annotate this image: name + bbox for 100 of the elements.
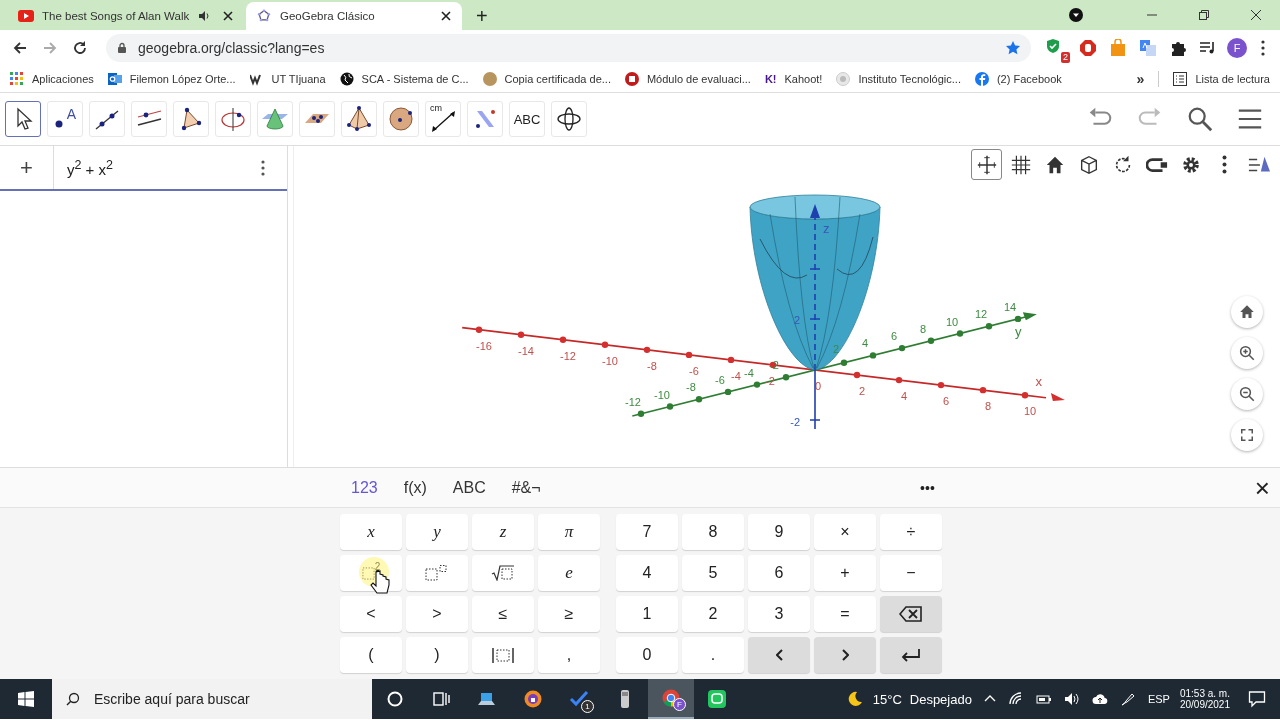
keyboard-tab[interactable]: ABC [439, 478, 499, 497]
tool-button[interactable]: cm [425, 101, 461, 137]
pen-icon[interactable] [1119, 691, 1136, 707]
keyboard-key[interactable]: 1 [616, 596, 678, 632]
keyboard-key[interactable]: ≤ [472, 596, 534, 632]
app-badge: F [673, 698, 686, 711]
search-icon[interactable] [1186, 105, 1214, 133]
keyboard-key[interactable]: ( [340, 637, 402, 673]
bookmark[interactable]: Aplicaciones [10, 71, 94, 86]
more-button[interactable]: ••• [920, 479, 935, 496]
zoom-in-button[interactable] [1231, 337, 1263, 369]
keyboard-tab[interactable]: 123 [338, 478, 391, 497]
keyboard-tab[interactable]: f(x) [390, 478, 440, 497]
keyboard-key[interactable]: − [880, 555, 942, 591]
keyboard-key[interactable]: ≥ [538, 596, 600, 632]
keyboard-key[interactable]: 7 [616, 514, 678, 550]
keyboard-key[interactable]: 0 [616, 637, 678, 673]
keyboard-key[interactable]: 9 [748, 514, 810, 550]
star-icon[interactable] [1005, 39, 1021, 56]
cloud-upload-icon[interactable] [1091, 691, 1108, 707]
tool-button[interactable]: A [47, 101, 83, 137]
keyboard-key[interactable]: z [472, 514, 534, 550]
bookmark[interactable]: Filemon López Orte... [107, 71, 236, 86]
keyboard-key[interactable]: , [538, 637, 600, 673]
close-tab-icon[interactable] [440, 10, 452, 22]
close-keyboard-button[interactable]: × [1254, 474, 1270, 501]
close-icon[interactable] [1250, 9, 1262, 21]
back-icon[interactable] [12, 39, 28, 56]
wifi-icon[interactable] [1007, 691, 1024, 707]
reading-list-button[interactable]: Lista de lectura [1173, 71, 1270, 86]
home-icon [1238, 303, 1256, 321]
windows-start-icon[interactable] [18, 691, 34, 707]
keyboard-key[interactable]: e [538, 555, 600, 591]
keyboard-key[interactable]: 4 [616, 555, 678, 591]
bookmark[interactable]: Copia certificada de... [482, 71, 611, 86]
keyboard-key[interactable]: 2 [682, 596, 744, 632]
volume-icon[interactable] [1063, 691, 1080, 707]
taskbar-app[interactable]: 1 [556, 679, 602, 719]
zoom-out-button[interactable] [1231, 378, 1263, 410]
axis-tick-label: -12 [625, 395, 641, 408]
bookmark[interactable]: Módulo de evaluaci... [624, 71, 751, 86]
grid-icon [1009, 153, 1032, 176]
address-bar[interactable]: geogebra.org/classic?lang=es [106, 33, 1031, 62]
keyboard-key[interactable]: x [340, 514, 402, 550]
keyboard-key[interactable] [880, 637, 942, 673]
keyboard-key[interactable] [472, 637, 534, 673]
keyboard-key[interactable]: π [538, 514, 600, 550]
keyboard-key[interactable]: 5 [682, 555, 744, 591]
stop-hand-icon[interactable] [1079, 38, 1097, 57]
tool-button[interactable] [5, 101, 41, 137]
keyboard-key[interactable]: × [814, 514, 876, 550]
keyboard-key[interactable]: + [814, 555, 876, 591]
close-tab-icon[interactable] [222, 10, 234, 22]
keyboard-key[interactable]: 3 [748, 596, 810, 632]
new-tab-button[interactable]: + [476, 6, 488, 26]
keyboard-key[interactable]: > [406, 596, 468, 632]
search-field[interactable]: Escribe aquí para buscar [52, 679, 372, 719]
axis-tick-label: 8 [919, 322, 927, 335]
dropdown-icon[interactable] [1068, 7, 1084, 23]
bookmark[interactable]: Instituto Tecnológic... [836, 71, 961, 86]
language-indicator[interactable]: ESP [1147, 693, 1170, 705]
keyboard-key[interactable]: = [814, 596, 876, 632]
view-tool-button[interactable] [971, 149, 1002, 180]
bookmark[interactable]: UT TIjuana [249, 71, 326, 86]
clock-date[interactable]: 20/09/2021 [1179, 699, 1230, 710]
keyboard-key[interactable] [880, 596, 942, 632]
restore-icon[interactable] [1198, 9, 1210, 21]
translate-icon[interactable] [1139, 38, 1157, 57]
axis-tick-label: 2 [793, 314, 800, 327]
more-icon[interactable] [261, 159, 265, 176]
bookmark[interactable]: K! Kahoot! [764, 72, 823, 85]
algebra-input[interactable]: y$^{2}$ + x$^{2}$ [54, 157, 247, 178]
axis-tick-label: 10 [945, 315, 959, 328]
taskbar-app[interactable]: F [648, 679, 694, 719]
keyboard-key[interactable]: 8 [682, 514, 744, 550]
tool-button[interactable]: ABC [509, 101, 545, 137]
home-button[interactable] [1231, 296, 1263, 328]
fullscreen-button[interactable] [1231, 419, 1263, 451]
browser-tab[interactable]: The best Songs of Alan Walk [8, 2, 244, 30]
keyboard-key[interactable]: ) [406, 637, 468, 673]
axis-tick-label: 10 [1023, 405, 1037, 418]
axis-tick-label: -14 [518, 344, 534, 357]
add-item-button[interactable]: + [0, 146, 54, 189]
chrome-icon [661, 688, 681, 708]
more-bookmarks-button[interactable]: » [1136, 70, 1145, 87]
clock-time[interactable]: 01:53 a. m. [1179, 688, 1230, 699]
browser-tab[interactable]: GeoGebra Clásico [246, 2, 462, 30]
keyboard-key[interactable]: 6 [748, 555, 810, 591]
keyboard-key[interactable]: . [682, 637, 744, 673]
notifications-icon[interactable] [1248, 690, 1266, 708]
more-icon[interactable] [1261, 39, 1265, 56]
reload-icon[interactable] [72, 39, 88, 56]
speaker-icon[interactable] [198, 10, 210, 22]
keyboard-key[interactable]: y [406, 514, 468, 550]
profile-avatar[interactable]: F [1227, 37, 1247, 58]
bookmark[interactable]: SCA - Sistema de C... [339, 71, 469, 86]
keyboard-key[interactable]: ÷ [880, 514, 942, 550]
bookmark[interactable]: (2) Facebook [974, 71, 1062, 86]
keyboard-key[interactable]: < [340, 596, 402, 632]
keyboard-tab[interactable]: #&¬ [498, 478, 554, 497]
